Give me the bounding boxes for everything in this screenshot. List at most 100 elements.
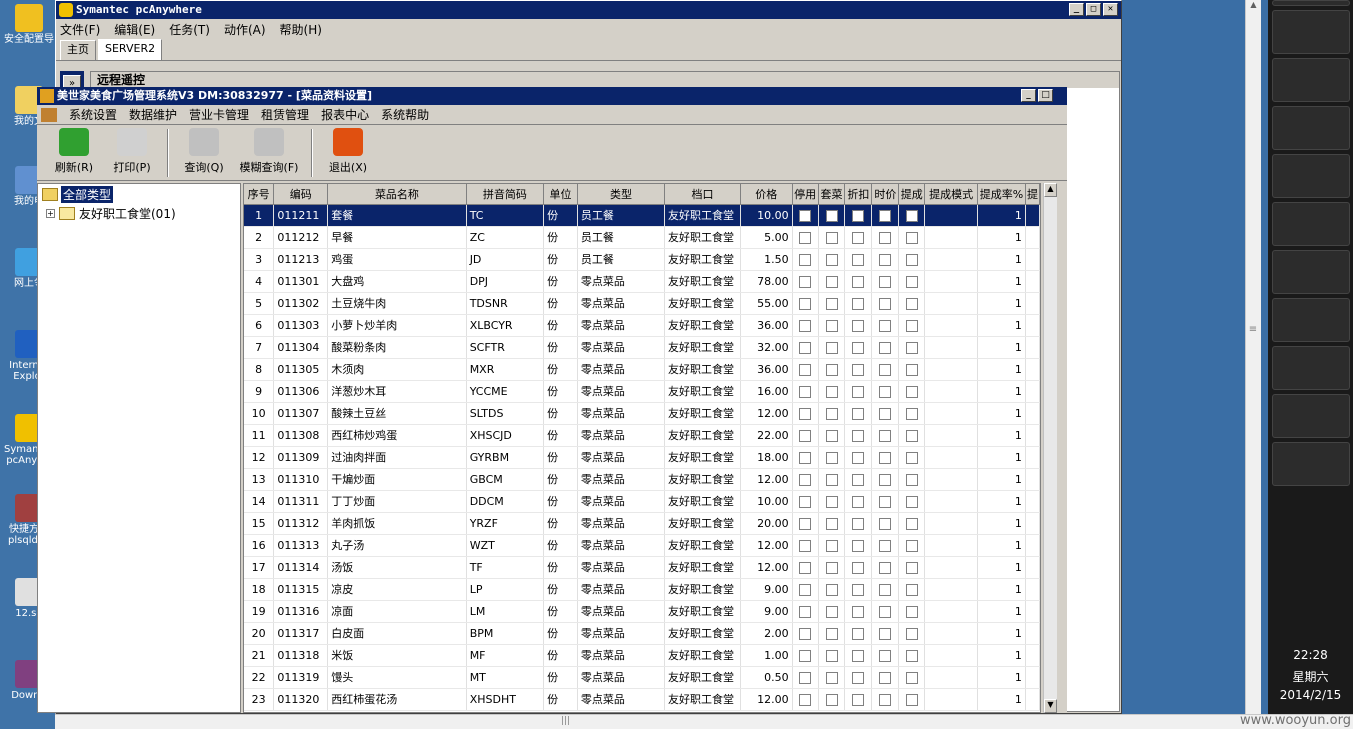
table-row[interactable]: 16 011313 丸子汤 WZT 份零点菜品 友好职工食堂 12.00 1 bbox=[244, 534, 1040, 557]
checkbox[interactable] bbox=[799, 253, 812, 266]
checkbox[interactable] bbox=[825, 429, 838, 442]
checkbox[interactable] bbox=[905, 319, 918, 332]
checkbox[interactable] bbox=[799, 561, 812, 574]
table-row[interactable]: 20 011317 白皮面 BPM 份零点菜品 友好职工食堂 2.00 1 bbox=[244, 622, 1040, 645]
cmd-icon[interactable] bbox=[1271, 346, 1350, 390]
checkbox[interactable] bbox=[852, 209, 865, 222]
column-header[interactable]: 类型 bbox=[577, 184, 666, 205]
maximize-button[interactable]: □ bbox=[1086, 3, 1101, 16]
checkbox[interactable] bbox=[825, 605, 838, 618]
table-row[interactable]: 4 011301 大盘鸡 DPJ 份零点菜品 友好职工食堂 78.00 1 bbox=[244, 270, 1040, 293]
checkbox[interactable] bbox=[799, 231, 812, 244]
column-header[interactable]: 单位 bbox=[543, 184, 578, 205]
fuzzy-search-button[interactable]: 模糊查询(F) bbox=[233, 127, 305, 179]
table-row[interactable]: 7 011304 酸菜粉条肉 SCFTR 份零点菜品 友好职工食堂 32.00 1 bbox=[244, 336, 1040, 359]
app-icon[interactable] bbox=[1271, 0, 1350, 6]
checkbox[interactable] bbox=[825, 231, 838, 244]
search-button[interactable]: 查询(Q) bbox=[175, 127, 233, 179]
checkbox[interactable] bbox=[852, 539, 865, 552]
checkbox[interactable] bbox=[905, 539, 918, 552]
checkbox[interactable] bbox=[879, 253, 892, 266]
app-menu-item[interactable]: 营业卡管理 bbox=[189, 106, 249, 123]
app-menu-item[interactable]: 报表中心 bbox=[321, 106, 369, 123]
checkbox[interactable] bbox=[852, 693, 865, 706]
checkbox[interactable] bbox=[825, 693, 838, 706]
checkbox[interactable] bbox=[905, 231, 918, 244]
checkbox[interactable] bbox=[905, 649, 918, 662]
checkbox[interactable] bbox=[879, 561, 892, 574]
pca-menu-item[interactable]: 动作(A) bbox=[224, 21, 266, 38]
checkbox[interactable] bbox=[852, 297, 865, 310]
checkbox[interactable] bbox=[879, 649, 892, 662]
checkbox[interactable] bbox=[879, 363, 892, 376]
checkbox[interactable] bbox=[799, 671, 812, 684]
table-row[interactable]: 22 011319 馒头 MT 份零点菜品 友好职工食堂 0.50 1 bbox=[244, 666, 1040, 689]
app-minimize-button[interactable]: _ bbox=[1021, 89, 1036, 102]
checkbox[interactable] bbox=[879, 671, 892, 684]
checkbox[interactable] bbox=[905, 341, 918, 354]
pca-tab[interactable]: 主页 bbox=[60, 40, 96, 60]
checkbox[interactable] bbox=[799, 495, 812, 508]
checkbox[interactable] bbox=[799, 407, 812, 420]
column-header[interactable]: 套菜 bbox=[818, 184, 846, 205]
checkbox[interactable] bbox=[879, 495, 892, 508]
checkbox[interactable] bbox=[879, 429, 892, 442]
tree-root[interactable]: 全部类型 bbox=[61, 186, 114, 203]
checkbox[interactable] bbox=[825, 517, 838, 530]
checkbox[interactable] bbox=[905, 671, 918, 684]
users-icon[interactable] bbox=[1271, 442, 1350, 486]
table-row[interactable]: 5 011302 土豆烧牛肉 TDSNR 份零点菜品 友好职工食堂 55.00 1 bbox=[244, 292, 1040, 315]
checkbox[interactable] bbox=[905, 517, 918, 530]
checkbox[interactable] bbox=[852, 451, 865, 464]
table-row[interactable]: 13 011310 干煸炒面 GBCM 份零点菜品 友好职工食堂 12.00 1 bbox=[244, 468, 1040, 491]
checkbox[interactable] bbox=[825, 451, 838, 464]
checkbox[interactable] bbox=[825, 385, 838, 398]
checkbox[interactable] bbox=[852, 341, 865, 354]
table-row[interactable]: 2 011212 早餐 ZC 份员工餐 友好职工食堂 5.00 1 bbox=[244, 226, 1040, 249]
checkbox[interactable] bbox=[852, 605, 865, 618]
app-menu-item[interactable]: 数据维护 bbox=[129, 106, 177, 123]
column-header[interactable]: 菜品名称 bbox=[327, 184, 467, 205]
checkbox[interactable] bbox=[825, 341, 838, 354]
column-header[interactable]: 编码 bbox=[273, 184, 329, 205]
checkbox[interactable] bbox=[879, 341, 892, 354]
desktop-icon[interactable]: 安全配置导 bbox=[4, 4, 54, 45]
notepad-icon[interactable] bbox=[1271, 250, 1350, 294]
checkbox[interactable] bbox=[905, 693, 918, 706]
checkbox[interactable] bbox=[825, 583, 838, 596]
checkbox[interactable] bbox=[879, 231, 892, 244]
table-row[interactable]: 14 011311 丁丁炒面 DDCM 份零点菜品 友好职工食堂 10.00 1 bbox=[244, 490, 1040, 513]
checkbox[interactable] bbox=[905, 275, 918, 288]
checkbox[interactable] bbox=[852, 473, 865, 486]
table-row[interactable]: 23 011320 西红柿蛋花汤 XHSDHT 份零点菜品 友好职工食堂 12.00 1 bbox=[244, 688, 1040, 711]
checkbox[interactable] bbox=[879, 209, 892, 222]
checkbox[interactable] bbox=[799, 627, 812, 640]
checkbox[interactable] bbox=[905, 363, 918, 376]
checkbox[interactable] bbox=[905, 561, 918, 574]
checkbox[interactable] bbox=[852, 231, 865, 244]
column-header[interactable]: 时价 bbox=[871, 184, 900, 205]
checkbox[interactable] bbox=[799, 451, 812, 464]
checkbox[interactable] bbox=[799, 275, 812, 288]
checkbox[interactable] bbox=[879, 539, 892, 552]
checkbox[interactable] bbox=[799, 517, 812, 530]
scroll-down-icon[interactable]: ▼ bbox=[1044, 699, 1057, 713]
checkbox[interactable] bbox=[905, 627, 918, 640]
checkbox[interactable] bbox=[799, 539, 812, 552]
refresh-button[interactable]: 刷新(R) bbox=[45, 127, 103, 179]
checkbox[interactable] bbox=[879, 583, 892, 596]
column-header[interactable]: 折扣 bbox=[844, 184, 873, 205]
checkbox[interactable] bbox=[852, 407, 865, 420]
chrome-icon[interactable] bbox=[1271, 106, 1350, 150]
column-header[interactable]: 提成模式 bbox=[924, 184, 979, 205]
checkbox[interactable] bbox=[905, 209, 918, 222]
column-header[interactable]: 档口 bbox=[664, 184, 741, 205]
checkbox[interactable] bbox=[905, 495, 918, 508]
scroll-up-icon[interactable]: ▲ bbox=[1044, 183, 1057, 197]
checkbox[interactable] bbox=[825, 649, 838, 662]
tree-child[interactable]: 友好职工食堂(01) bbox=[79, 205, 176, 222]
checkbox[interactable] bbox=[905, 297, 918, 310]
checkbox[interactable] bbox=[905, 451, 918, 464]
checkbox[interactable] bbox=[799, 649, 812, 662]
checkbox[interactable] bbox=[879, 693, 892, 706]
